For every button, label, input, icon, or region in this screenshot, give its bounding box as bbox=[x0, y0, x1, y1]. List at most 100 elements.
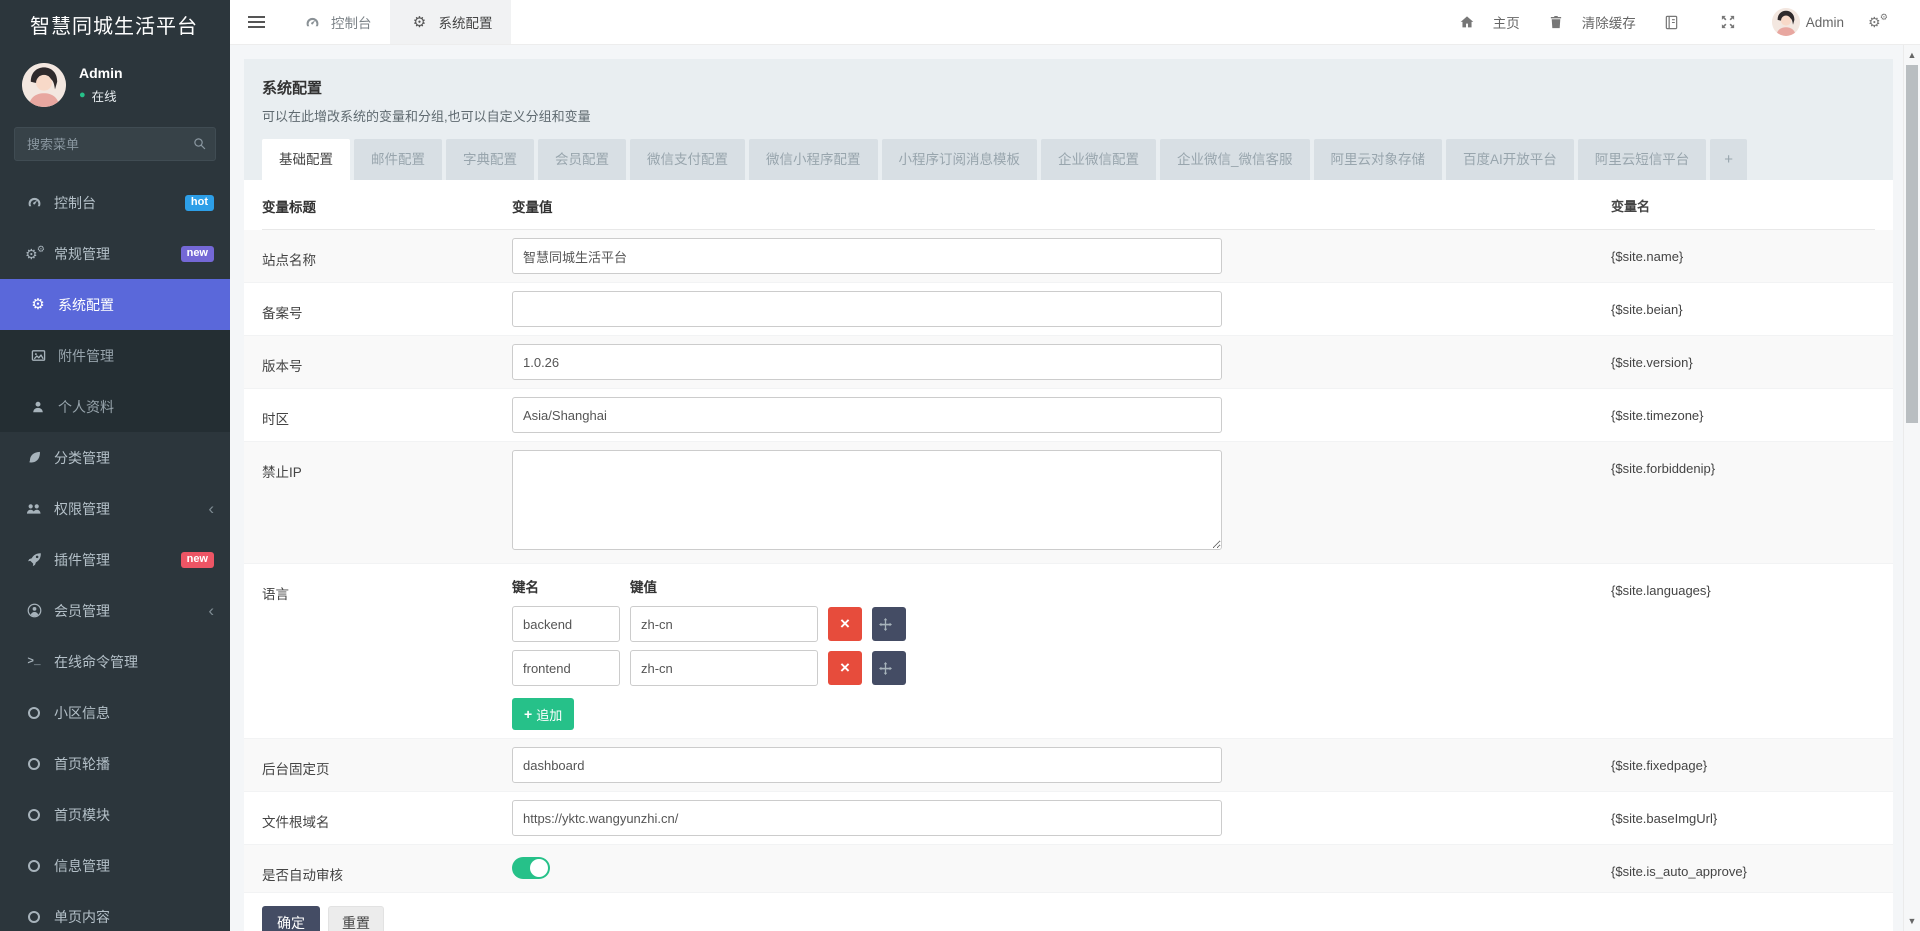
config-tab[interactable]: 阿里云短信平台 bbox=[1578, 139, 1707, 180]
circle-icon bbox=[22, 911, 46, 923]
delete-button[interactable]: × bbox=[828, 651, 862, 685]
sidebar-item[interactable]: 信息管理 bbox=[0, 840, 230, 891]
reset-button[interactable]: 重置 bbox=[328, 906, 384, 931]
config-tab[interactable]: 企业微信_微信客服 bbox=[1160, 139, 1310, 180]
move-button[interactable] bbox=[872, 651, 906, 685]
move-icon bbox=[873, 662, 897, 675]
topbar-actions: 主页 清除缓存 Admin ⚙⚙ bbox=[1455, 0, 1920, 44]
avatar[interactable] bbox=[22, 63, 66, 107]
settings-button[interactable]: ⚙⚙ bbox=[1868, 14, 1894, 30]
config-tab[interactable]: 字典配置 bbox=[446, 139, 534, 180]
sidebar-item[interactable]: 会员管理‹ bbox=[0, 585, 230, 636]
search-input[interactable] bbox=[14, 127, 216, 161]
topbar-tab[interactable]: ⚙系统配置 bbox=[390, 0, 511, 44]
config-tab[interactable]: 企业微信配置 bbox=[1041, 139, 1156, 180]
sidebar-item[interactable]: ⚙ 系统配置 bbox=[0, 279, 230, 330]
scroll-down-icon[interactable]: ▼ bbox=[1904, 916, 1920, 926]
app-logo: 智慧同城生活平台 bbox=[0, 0, 230, 55]
sidebar-item[interactable]: 分类管理 bbox=[0, 432, 230, 483]
sidebar-item[interactable]: 权限管理‹ bbox=[0, 483, 230, 534]
online-dot-icon: ● bbox=[79, 90, 86, 101]
sidebar-item-label: 小区信息 bbox=[54, 703, 110, 723]
circle-icon bbox=[22, 707, 46, 719]
row-value bbox=[512, 291, 1611, 327]
sidebar-item[interactable]: 首页轮播 bbox=[0, 738, 230, 789]
circle-icon bbox=[22, 809, 46, 821]
config-tab[interactable]: 微信支付配置 bbox=[630, 139, 745, 180]
config-input[interactable] bbox=[512, 344, 1222, 380]
move-button[interactable] bbox=[872, 607, 906, 641]
scrollbar-thumb[interactable] bbox=[1906, 65, 1918, 423]
config-input[interactable] bbox=[512, 291, 1222, 327]
sidebar-item-label: 首页轮播 bbox=[54, 754, 110, 774]
sidebar-item-label: 在线命令管理 bbox=[54, 652, 138, 672]
config-tab[interactable]: 基础配置 bbox=[262, 139, 350, 180]
menu-search bbox=[14, 127, 216, 161]
form-row: 是否自动审核{$site.is_auto_approve} bbox=[244, 845, 1893, 893]
row-label: 是否自动审核 bbox=[262, 853, 512, 884]
config-tab[interactable]: 阿里云对象存储 bbox=[1314, 139, 1443, 180]
toggle-switch[interactable] bbox=[512, 857, 550, 879]
row-var-name: {$site.version} bbox=[1611, 344, 1875, 370]
topbar-tab[interactable]: 控制台 bbox=[282, 0, 390, 44]
user-menu[interactable]: Admin bbox=[1772, 8, 1844, 36]
form-row: 后台固定页{$site.fixedpage} bbox=[244, 739, 1893, 792]
book-button[interactable] bbox=[1660, 15, 1692, 30]
sidebar-item[interactable]: 控制台hot bbox=[0, 177, 230, 228]
kv-row: × bbox=[512, 606, 1611, 642]
config-tab[interactable]: 会员配置 bbox=[538, 139, 626, 180]
kv-value-input[interactable] bbox=[630, 606, 818, 642]
terminal-icon: >_ bbox=[22, 656, 46, 668]
page-scrollbar[interactable]: ▲ ▼ bbox=[1903, 45, 1920, 931]
config-input[interactable] bbox=[512, 800, 1222, 836]
image-icon bbox=[26, 348, 50, 363]
config-tabs: 基础配置邮件配置字典配置会员配置微信支付配置微信小程序配置小程序订阅消息模板企业… bbox=[262, 139, 1875, 180]
submit-button[interactable]: 确定 bbox=[262, 906, 320, 931]
append-button[interactable]: +追加 bbox=[512, 698, 574, 730]
badge: new bbox=[181, 552, 214, 568]
trash-icon bbox=[1544, 15, 1568, 29]
home-button[interactable]: 主页 bbox=[1455, 12, 1520, 32]
row-label: 备案号 bbox=[262, 291, 512, 322]
sidebar-item[interactable]: 个人资料 bbox=[0, 381, 230, 432]
config-input[interactable] bbox=[512, 397, 1222, 433]
kv-key-input[interactable] bbox=[512, 606, 620, 642]
topbar-tab-label: 控制台 bbox=[331, 12, 372, 32]
row-var-name: {$site.beian} bbox=[1611, 291, 1875, 317]
config-tab[interactable]: 微信小程序配置 bbox=[749, 139, 878, 180]
kv-key-input[interactable] bbox=[512, 650, 620, 686]
sidebar-item[interactable]: ⚙⚙常规管理new bbox=[0, 228, 230, 279]
config-tab[interactable]: 百度AI开放平台 bbox=[1446, 139, 1574, 180]
config-input[interactable] bbox=[512, 747, 1222, 783]
sidebar-item[interactable]: 单页内容 bbox=[0, 891, 230, 931]
config-tab[interactable]: 邮件配置 bbox=[354, 139, 442, 180]
gear-icon: ⚙ bbox=[26, 297, 50, 312]
sidebar-item[interactable]: 附件管理 bbox=[0, 330, 230, 381]
config-input[interactable] bbox=[512, 238, 1222, 274]
clear-cache-button[interactable]: 清除缓存 bbox=[1544, 12, 1636, 32]
sidebar-item[interactable]: 首页模块 bbox=[0, 789, 230, 840]
sidebar-item[interactable]: 插件管理new bbox=[0, 534, 230, 585]
badge: new bbox=[181, 246, 214, 262]
delete-button[interactable]: × bbox=[828, 607, 862, 641]
user-status-label: 在线 bbox=[92, 86, 117, 105]
dashboard-icon bbox=[22, 195, 46, 210]
append-label: 追加 bbox=[536, 705, 562, 724]
toggle-knob bbox=[530, 859, 548, 877]
kv-value-input[interactable] bbox=[630, 650, 818, 686]
sidebar-item[interactable]: >_ 在线命令管理 bbox=[0, 636, 230, 687]
sidebar-item-label: 个人资料 bbox=[58, 397, 114, 417]
scroll-up-icon[interactable]: ▲ bbox=[1904, 50, 1920, 60]
form-actions: 确定 重置 bbox=[262, 893, 1875, 931]
fullscreen-button[interactable] bbox=[1716, 15, 1748, 29]
config-panel: 系统配置 可以在此增改系统的变量和分组,也可以自定义分组和变量 基础配置邮件配置… bbox=[244, 59, 1893, 931]
form-rows: 站点名称{$site.name}备案号{$site.beian}版本号{$sit… bbox=[244, 230, 1893, 893]
hamburger-menu-icon[interactable] bbox=[230, 0, 282, 44]
add-tab[interactable]: + bbox=[1710, 139, 1747, 180]
user-panel: Admin ● 在线 bbox=[0, 55, 230, 119]
config-textarea[interactable] bbox=[512, 450, 1222, 550]
chevron-left-icon: ‹ bbox=[208, 500, 214, 517]
sidebar-item[interactable]: 小区信息 bbox=[0, 687, 230, 738]
sidebar-item-label: 系统配置 bbox=[58, 295, 114, 315]
config-tab[interactable]: 小程序订阅消息模板 bbox=[882, 139, 1038, 180]
